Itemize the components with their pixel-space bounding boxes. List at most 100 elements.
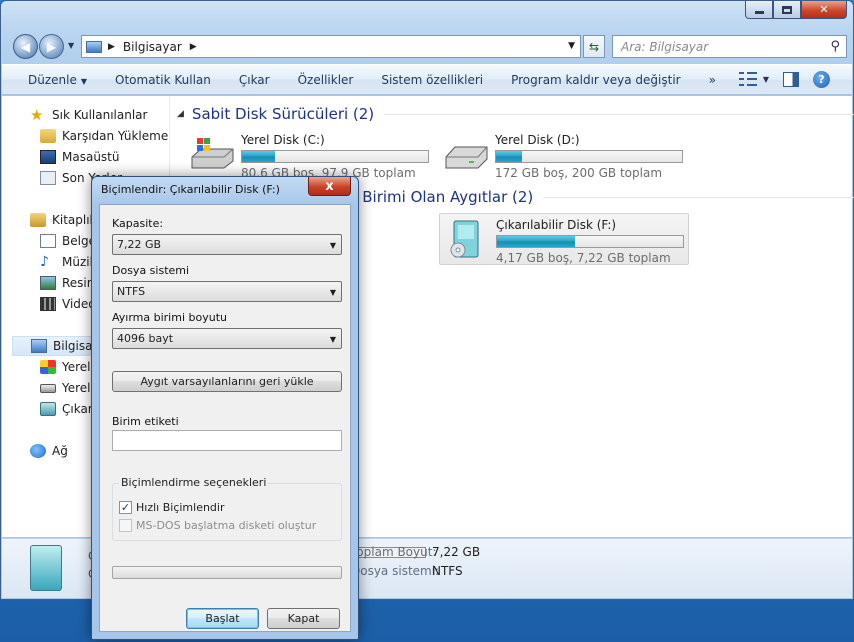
view-dropdown-icon[interactable]: ▼ [763,75,769,84]
drive-space-info: 172 GB boş, 200 GB toplam [495,166,663,180]
capacity-label: Kapasite: [112,217,164,230]
computer-icon [31,339,47,353]
help-icon[interactable]: ? [813,71,830,88]
document-icon [40,234,56,248]
details-total-size: Toplam Boyut:7,22 GB [351,545,481,559]
libraries-icon [30,213,46,227]
close-icon: ✕ [819,3,829,16]
details-file-system: Dosya sistemi:NTFS [351,564,463,578]
maximize-button[interactable] [773,1,801,19]
chevron-down-icon: ▼ [329,335,336,344]
forward-button[interactable]: ▶ [39,34,64,59]
address-bar[interactable]: ▶ Bilgisayar ▶ ▼ [81,35,581,58]
chevron-down-icon: ▼ [329,241,336,250]
drive-usage-bar [241,150,429,163]
usb-drive-icon [450,220,479,258]
nav-music[interactable]: ♪ Müzik [2,252,97,272]
drive-tile-c[interactable]: Yerel Disk (C:) 80,6 GB boş, 97,9 GB top… [185,129,435,181]
msdos-startup-checkbox: MS-DOS başlatma disketi oluştur [119,519,316,532]
breadcrumb-separator-icon[interactable]: ▶ [108,42,115,52]
arrow-right-icon: ▶ [46,39,57,54]
format-progress-bar [112,566,342,579]
drive-tile-f[interactable]: Çıkarılabilir Disk (F:) 4,17 GB boş, 7,2… [439,213,689,265]
breadcrumb-computer[interactable]: Bilgisayar [123,40,182,54]
music-note-icon: ♪ [40,254,49,270]
command-bar: Düzenle ▼ Otomatik Kullan Çıkar Özellikle… [2,64,852,95]
arrow-left-icon: ◀ [20,39,31,54]
history-dropdown-button[interactable]: ▼ [68,41,74,50]
drive-name: Çıkarılabilir Disk (F:) [496,218,617,232]
minimize-icon [754,10,764,14]
desktop-icon [40,150,56,164]
eject-button[interactable]: Çıkar [225,73,284,87]
chevron-down-icon: ▼ [80,76,88,86]
allocation-unit-select[interactable]: 4096 bayt ▼ [112,328,342,349]
recent-places-icon [40,171,56,185]
group-collapse-icon[interactable]: ◢ [177,109,184,119]
windows-drive-icon [191,138,234,169]
nav-favorites[interactable]: ★ Sık Kullanılanlar [2,105,147,125]
volume-label-input[interactable] [112,430,342,451]
address-dropdown-icon[interactable]: ▼ [568,41,575,51]
hard-drive-icon [40,383,56,393]
search-input[interactable]: Ara: Bilgisayar ⚲ [612,35,847,58]
properties-button[interactable]: Özellikler [284,73,368,87]
film-icon [40,297,56,311]
organize-menu[interactable]: Düzenle ▼ [2,73,101,87]
nav-network[interactable]: Ağ [2,441,68,461]
search-placeholder: Ara: Bilgisayar [621,39,709,54]
refresh-icon: ⇆ [588,39,600,54]
capacity-select[interactable]: 7,22 GB ▼ [112,234,342,255]
start-button[interactable]: Başlat [186,608,259,629]
breadcrumb-separator-icon[interactable]: ▶ [190,42,197,52]
star-icon: ★ [30,106,44,124]
change-view-icon[interactable] [738,71,757,88]
file-system-select[interactable]: NTFS ▼ [112,281,342,302]
preview-pane-icon[interactable] [783,72,799,87]
autoplay-button[interactable]: Otomatik Kullan [101,73,225,87]
usb-drive-large-icon [30,545,62,591]
volume-label-label: Birim etiketi [112,415,179,428]
allocation-unit-label: Ayırma birimi boyutu [112,311,227,324]
close-icon: x [325,178,334,194]
format-dialog: Biçimlendir: Çıkarılabilir Disk (F:) x K… [91,176,359,640]
hard-drive-icon [445,146,488,169]
network-icon [30,444,46,458]
drive-usage-bar [496,235,684,248]
minimize-button[interactable] [745,1,773,19]
checkbox-icon [119,519,132,532]
refresh-button[interactable]: ⇆ [583,35,605,58]
restore-defaults-button[interactable]: Aygıt varsayılanlarını geri yükle [112,371,342,392]
chevron-down-icon: ▼ [329,288,336,297]
drive-name: Yerel Disk (D:) [495,133,580,147]
maximize-icon [782,5,792,14]
nav-downloads[interactable]: Karşıdan Yüklemeler [2,126,169,146]
dialog-body: Kapasite: 7,22 GB ▼ Dosya sistemi NTFS ▼ A… [99,204,351,632]
group-hard-disks[interactable]: ◢ Sabit Disk Sürücüleri (2) [177,105,854,123]
drive-usage-bar [495,150,683,163]
uninstall-program-button[interactable]: Program kaldır veya değiştir [497,73,695,87]
more-commands-button[interactable]: » [695,73,730,87]
dialog-title: Biçimlendir: Çıkarılabilir Disk (F:) [101,183,280,196]
quick-format-checkbox[interactable]: ✓ Hızlı Biçimlendir [119,501,225,514]
format-options-group: Biçimlendirme seçenekleri ✓ Hızlı Biçiml… [112,476,342,541]
drive-name: Yerel Disk (C:) [241,133,325,147]
windows-drive-icon [40,360,56,374]
close-button[interactable]: Kapat [267,608,340,629]
format-options-title: Biçimlendirme seçenekleri [119,476,269,489]
back-button[interactable]: ◀ [13,34,38,59]
drive-tile-d[interactable]: Yerel Disk (D:) 172 GB boş, 200 GB topla… [439,129,689,181]
checkbox-icon[interactable]: ✓ [119,501,132,514]
downloads-folder-icon [40,129,56,143]
caption-buttons: ✕ [745,1,847,19]
computer-icon [86,40,102,53]
usb-drive-icon [40,402,56,416]
navigation-bar: ◀ ▶ ▼ ▶ Bilgisayar ▶ ▼ ⇆ Ara: Bilgisayar… [11,31,847,61]
close-window-button[interactable]: ✕ [801,1,847,19]
drive-space-info: 4,17 GB boş, 7,22 GB toplam [496,251,671,265]
system-properties-button[interactable]: Sistem özellikleri [367,73,497,87]
nav-desktop[interactable]: Masaüstü [2,147,119,167]
picture-icon [40,276,56,290]
search-icon[interactable]: ⚲ [830,39,840,54]
dialog-close-button[interactable]: x [308,177,351,196]
